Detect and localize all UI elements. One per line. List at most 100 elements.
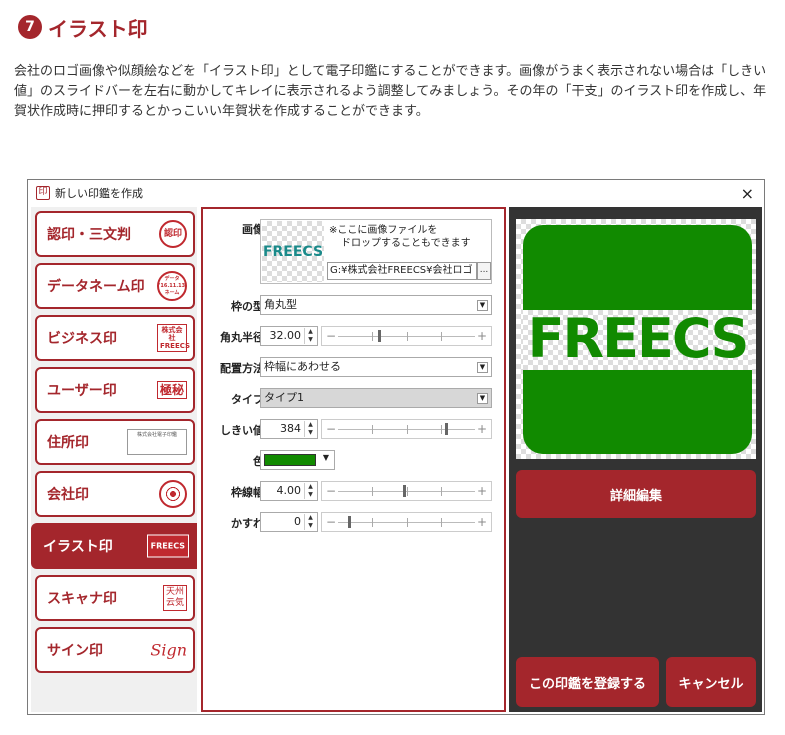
slider-tick <box>372 425 374 434</box>
address-stamp-icon: 株式会社電子印鑑 <box>127 429 187 455</box>
frame-type-select[interactable]: 角丸型 ▼ <box>260 295 492 315</box>
register-seal-button[interactable]: この印鑑を登録する <box>516 657 659 707</box>
create-seal-dialog: 印 新しい印鑑を作成 × 認印・三文判 認印 データネーム印 データ '16.1… <box>27 179 765 715</box>
plus-icon: + <box>476 329 487 343</box>
dialog-titlebar: 印 新しい印鑑を作成 <box>28 180 764 205</box>
image-path-field[interactable]: G:¥株式会社FREECS¥会社ロゴ <box>327 262 477 280</box>
preview-pane: FREECS 詳細編集 この印鑑を登録する キャンセル <box>509 207 762 712</box>
square-seal-icon: 株式会社 FREECS <box>157 324 190 352</box>
menu-item-label: イラスト印 <box>43 539 113 555</box>
minus-icon: − <box>326 484 337 498</box>
menu-item-mitome[interactable]: 認印・三文判 認印 <box>35 211 195 257</box>
slider-tick <box>440 518 442 527</box>
threshold-slider[interactable]: − + <box>321 419 492 439</box>
minus-icon: − <box>326 422 337 436</box>
slider-tick <box>440 332 442 341</box>
spin-arrows-icon[interactable]: ▲ ▼ <box>304 483 316 499</box>
menu-item-label: 住所印 <box>47 435 89 451</box>
menu-item-company[interactable]: 会社印 <box>35 471 195 517</box>
plus-icon: + <box>476 515 487 529</box>
stamp-shape: FREECS <box>523 225 752 454</box>
menu-item-scanner[interactable]: スキャナ印 天州 云気 <box>35 575 195 621</box>
drop-hint-line1: ※ここに画像ファイルを <box>329 225 438 236</box>
menu-item-illustration[interactable]: イラスト印 FREECS <box>31 523 197 569</box>
minus-icon: − <box>326 515 337 529</box>
properties-panel: 画像 FREECS ※ここに画像ファイルを ドロップすることもできます G:¥株… <box>201 207 506 712</box>
radius-label: 角丸半径 <box>220 331 264 344</box>
stamp-text: FREECS <box>527 307 750 370</box>
drop-hint: ※ここに画像ファイルを ドロップすることもできます <box>329 224 471 250</box>
menu-item-signature[interactable]: サイン印 Sign <box>35 627 195 673</box>
threshold-value: 384 <box>280 422 301 435</box>
color-swatch <box>264 454 316 466</box>
slider-thumb[interactable] <box>402 485 406 497</box>
blur-value: 0 <box>294 515 301 528</box>
radius-slider[interactable]: − + <box>321 326 492 346</box>
slider-thumb[interactable] <box>378 330 382 342</box>
app-seal-icon: 印 <box>36 185 50 200</box>
slider-thumb[interactable] <box>445 423 449 435</box>
radius-value: 32.00 <box>269 329 302 342</box>
date-seal-icon: データ '16.11.13 ネーム <box>157 271 187 301</box>
border-width-slider[interactable]: − + <box>321 481 492 501</box>
menu-item-label: ビジネス印 <box>47 331 117 347</box>
image-thumbnail: FREECS <box>262 221 324 282</box>
slider-tick <box>406 425 408 434</box>
border-width-value: 4.00 <box>276 484 302 497</box>
layout-label: 配置方法 <box>220 362 264 375</box>
article-title: イラスト印 <box>48 16 148 41</box>
type-value: タイプ1 <box>264 391 304 404</box>
spin-arrows-icon[interactable]: ▲ ▼ <box>304 328 316 344</box>
menu-item-business[interactable]: ビジネス印 株式会社 FREECS <box>35 315 195 361</box>
menu-item-label: 会社印 <box>47 487 89 503</box>
slider-tick <box>372 487 374 496</box>
blur-slider[interactable]: − + <box>321 512 492 532</box>
stamp-icon: 極秘 <box>156 381 187 399</box>
article-body: 会社のロゴ画像や似顔絵などを「イラスト印」として電子印鑑にすることができます。画… <box>14 64 767 119</box>
spin-arrows-icon[interactable]: ▲ ▼ <box>304 514 316 530</box>
radius-spinbox[interactable]: 32.00 ▲ ▼ <box>260 326 318 346</box>
dropdown-arrow-icon: ▼ <box>477 362 488 373</box>
menu-item-label: サイン印 <box>47 643 103 659</box>
illustration-seal-icon: FREECS <box>146 534 189 558</box>
menu-item-label: データネーム印 <box>47 279 145 295</box>
slider-thumb[interactable] <box>347 516 351 528</box>
image-thumb-text: FREECS <box>262 243 324 260</box>
layout-select[interactable]: 枠幅にあわせる ▼ <box>260 357 492 377</box>
menu-item-address[interactable]: 住所印 株式会社電子印鑑 <box>35 419 195 465</box>
drop-hint-line2: ドロップすることもできます <box>341 238 471 249</box>
plus-icon: + <box>476 484 487 498</box>
color-picker[interactable]: ▼ <box>260 450 335 470</box>
dropdown-arrow-icon: ▼ <box>477 300 488 311</box>
slider-tick <box>440 425 442 434</box>
detail-edit-button[interactable]: 詳細編集 <box>516 470 756 518</box>
layout-value: 枠幅にあわせる <box>264 360 341 373</box>
border-width-spinbox[interactable]: 4.00 ▲ ▼ <box>260 481 318 501</box>
spin-arrows-icon[interactable]: ▲ ▼ <box>304 421 316 437</box>
browse-button[interactable]: ... <box>477 262 491 280</box>
slider-tick <box>406 332 408 341</box>
company-seal-icon <box>159 480 187 508</box>
slider-tick <box>406 487 408 496</box>
round-seal-icon: 認印 <box>159 220 187 248</box>
dropdown-arrow-icon: ▼ <box>322 453 329 462</box>
slider-tick <box>440 487 442 496</box>
menu-item-user[interactable]: ユーザー印 極秘 <box>35 367 195 413</box>
threshold-spinbox[interactable]: 384 ▲ ▼ <box>260 419 318 439</box>
menu-item-data-name[interactable]: データネーム印 データ '16.11.13 ネーム <box>35 263 195 309</box>
close-button[interactable]: × <box>741 184 754 203</box>
image-drop-area[interactable]: FREECS ※ここに画像ファイルを ドロップすることもできます G:¥株式会社… <box>260 219 492 284</box>
scanner-seal-icon: 天州 云気 <box>163 585 187 611</box>
type-select[interactable]: タイプ1 ▼ <box>260 388 492 408</box>
blur-spinbox[interactable]: 0 ▲ ▼ <box>260 512 318 532</box>
slider-tick <box>406 518 408 527</box>
slider-tick <box>372 332 374 341</box>
dropdown-arrow-icon: ▼ <box>477 393 488 404</box>
minus-icon: − <box>326 329 337 343</box>
menu-item-label: 認印・三文判 <box>47 227 131 243</box>
signature-icon: Sign <box>150 640 187 660</box>
cancel-button[interactable]: キャンセル <box>666 657 756 707</box>
seal-type-menu: 認印・三文判 認印 データネーム印 データ '16.11.13 ネーム ビジネス… <box>31 207 197 712</box>
menu-item-label: ユーザー印 <box>47 383 117 399</box>
plus-icon: + <box>476 422 487 436</box>
